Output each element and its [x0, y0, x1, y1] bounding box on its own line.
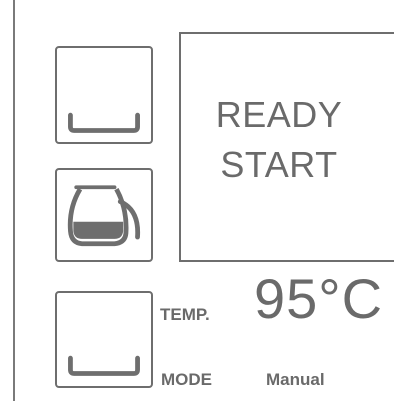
coffee-pot-icon: [67, 185, 141, 247]
tray-icon: [68, 112, 140, 133]
tray-button-bottom[interactable]: [55, 291, 153, 388]
coffee-pot-button[interactable]: [55, 168, 153, 262]
mode-label: MODE: [161, 370, 212, 389]
left-divider: [13, 0, 15, 401]
status-line-start: START: [220, 144, 338, 185]
mode-value: Manual: [266, 370, 325, 389]
tray-icon: [68, 355, 140, 376]
temperature-value: 95°C: [254, 267, 384, 330]
tray-button-top[interactable]: [55, 46, 153, 144]
temperature-label: TEMP.: [160, 305, 210, 324]
status-line-ready: READY: [215, 94, 343, 135]
status-display: READY START: [179, 32, 394, 262]
